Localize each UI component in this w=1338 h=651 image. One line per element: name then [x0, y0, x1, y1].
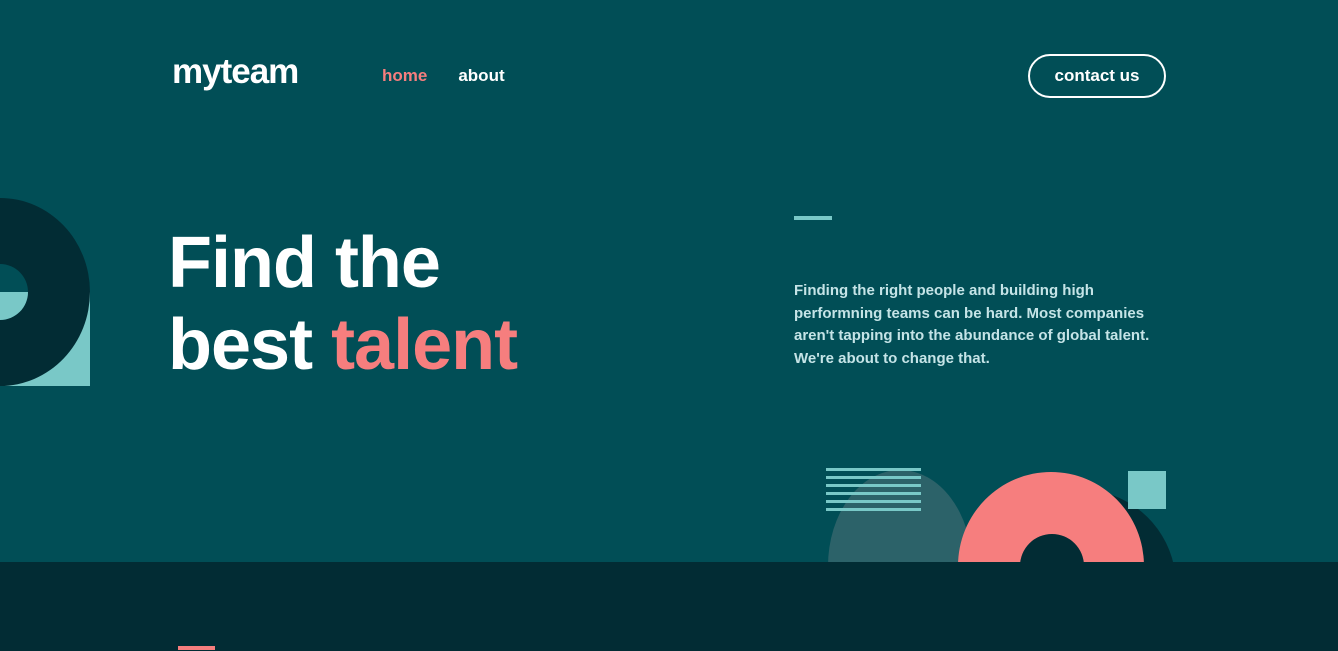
- decorative-lines-icon: [826, 468, 921, 511]
- footer-accent-line: [178, 646, 215, 650]
- logo[interactable]: myteam: [172, 52, 299, 92]
- site-header: myteam home about contact us: [0, 0, 1338, 150]
- hero-title-accent: talent: [331, 305, 518, 385]
- nav-home-link[interactable]: home: [382, 66, 427, 86]
- hero-title-prefix: best: [168, 305, 313, 385]
- footer-band: [0, 562, 1338, 651]
- hero-description: Finding the right people and building hi…: [794, 282, 1150, 367]
- nav-about-link[interactable]: about: [458, 66, 504, 86]
- main-nav: home about: [382, 66, 505, 86]
- decorative-circle-left-icon: [0, 198, 90, 386]
- decorative-square-icon: [1128, 471, 1166, 509]
- hero-title-line1: Find the: [168, 223, 441, 303]
- accent-line-divider: [794, 216, 832, 220]
- contact-us-button[interactable]: contact us: [1028, 54, 1166, 98]
- hero-title: Find the best talent: [168, 222, 518, 386]
